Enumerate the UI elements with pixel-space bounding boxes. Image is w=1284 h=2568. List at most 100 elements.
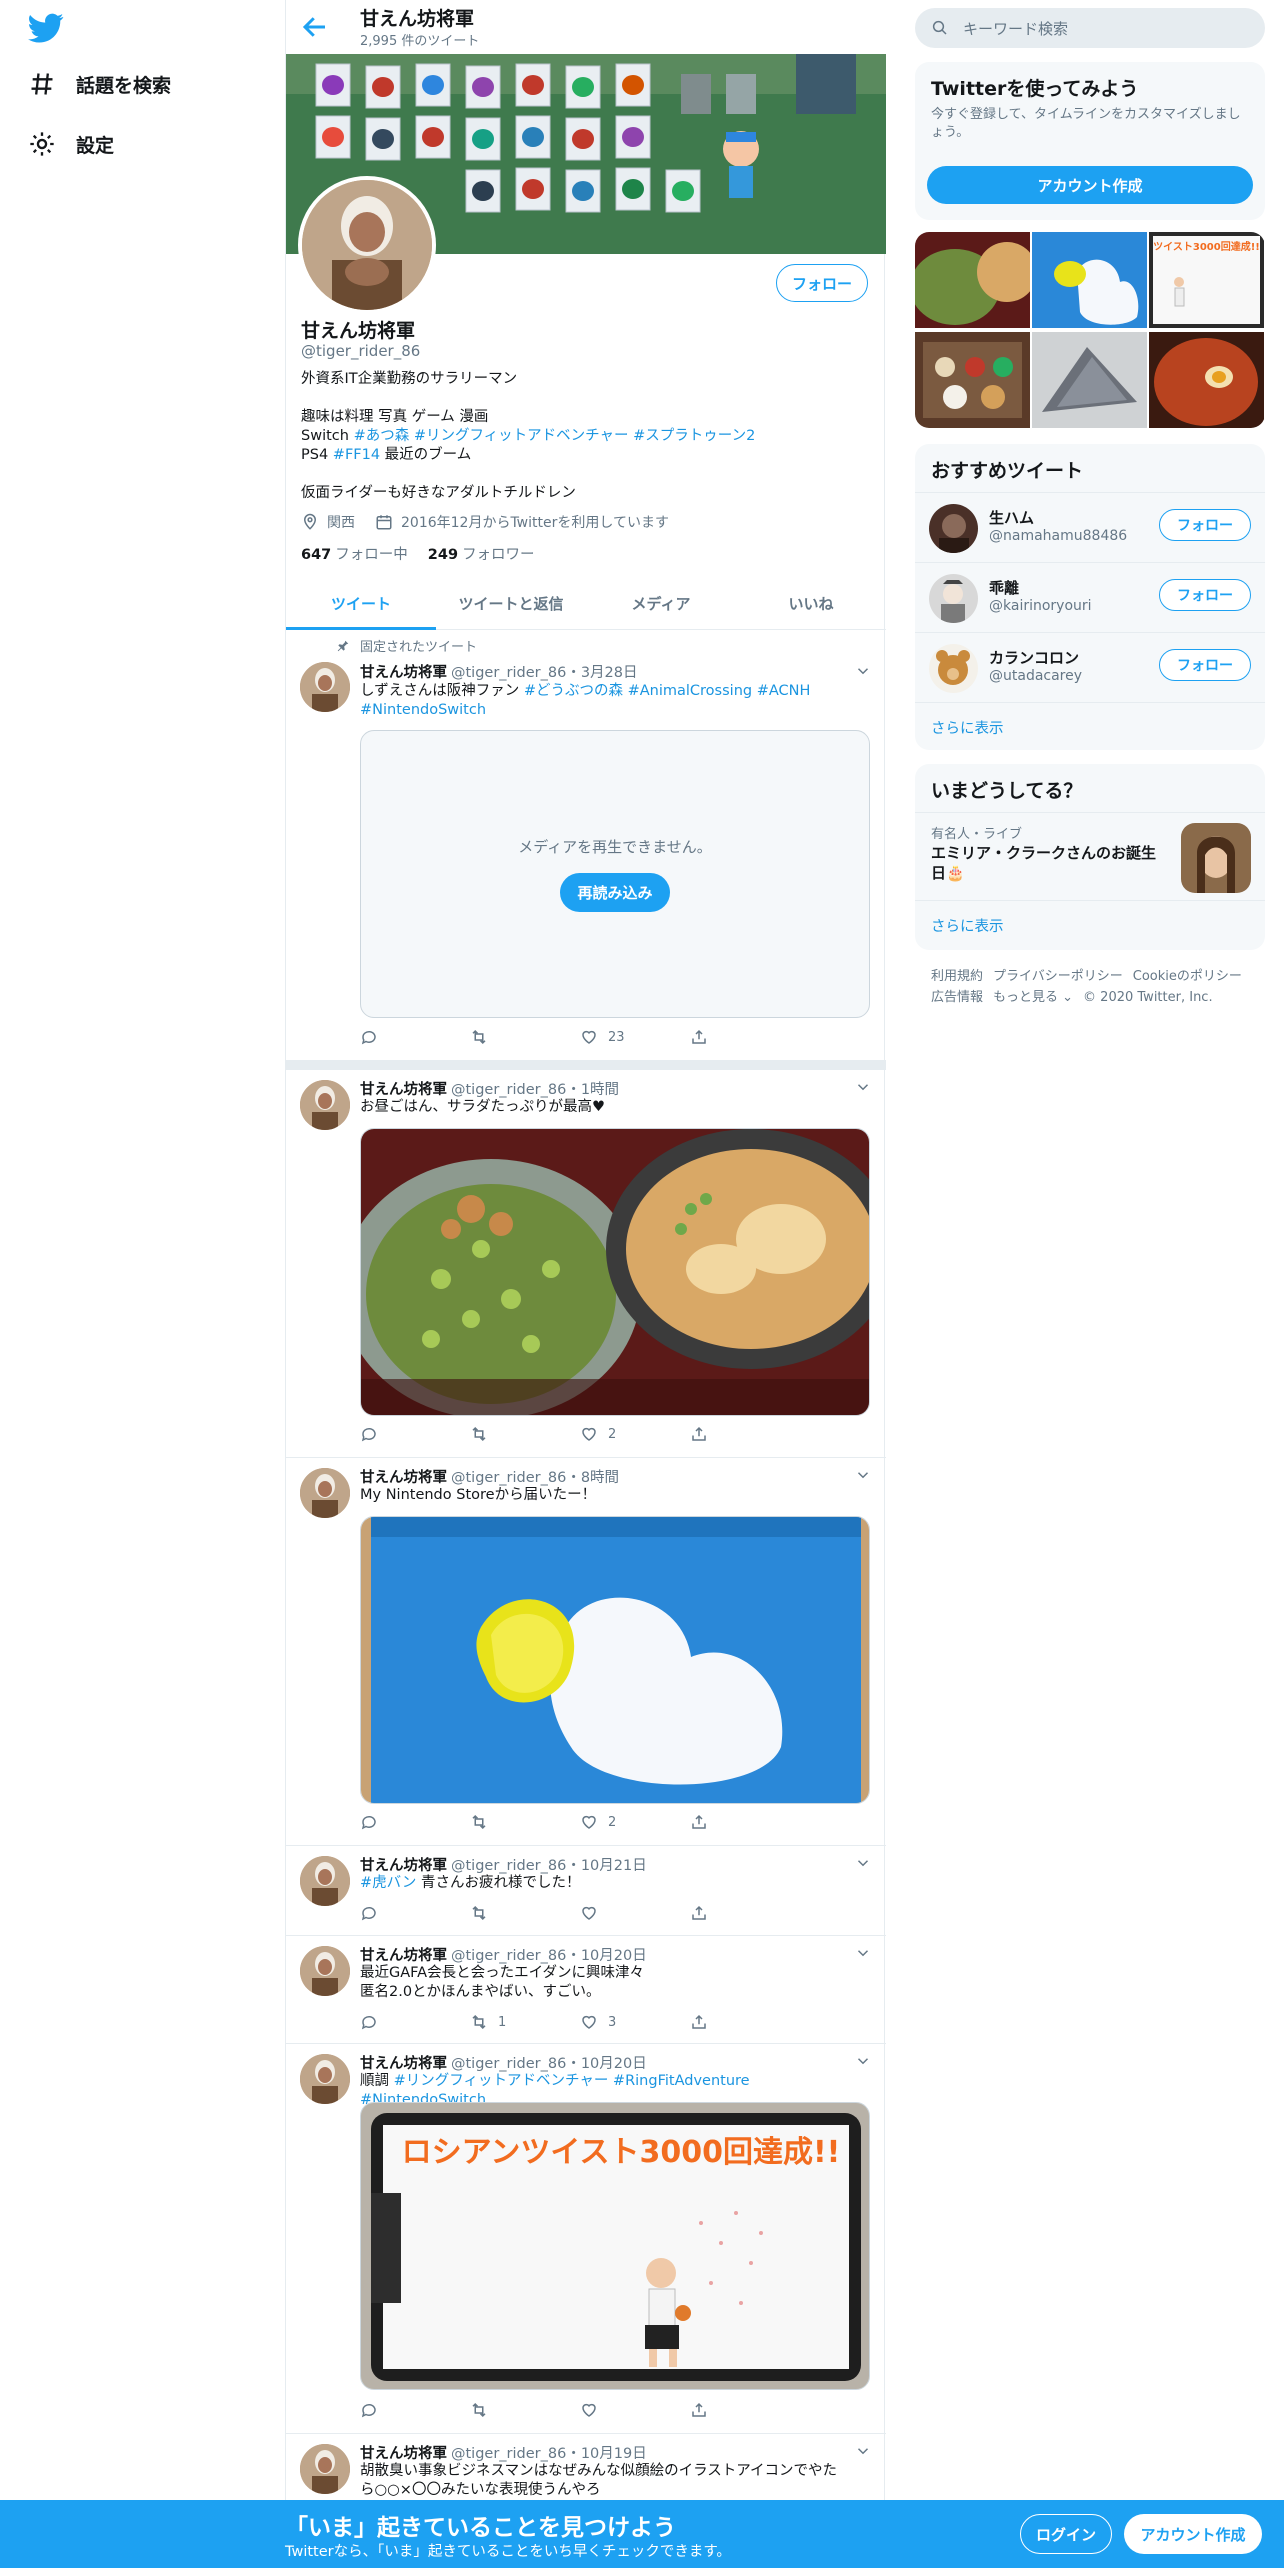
back-arrow-icon[interactable] xyxy=(300,12,330,42)
footer-link-terms[interactable]: 利用規約 xyxy=(931,969,983,984)
recommended-user-handle[interactable]: @namahamu88486 xyxy=(989,528,1127,544)
tweet-avatar[interactable] xyxy=(300,1468,350,1518)
recommended-user-handle[interactable]: @utadacarey xyxy=(989,668,1082,684)
trend-item[interactable]: 有名人・ライブ エミリア・クラークさんのお誕生日🎂 xyxy=(915,812,1265,900)
tweet-author-handle[interactable]: @tiger_rider_86 xyxy=(451,1948,566,1964)
retweet-action[interactable] xyxy=(470,1903,580,1923)
chevron-down-icon[interactable] xyxy=(854,2442,872,2460)
tweet-item[interactable]: 甘えん坊将軍 @tiger_rider_86・1時間 お昼ごはん、サラダたっぷりが… xyxy=(286,1070,886,1458)
share-action[interactable] xyxy=(690,2400,800,2420)
gallery-photo[interactable] xyxy=(915,332,1030,428)
recommended-user-avatar[interactable] xyxy=(929,504,978,553)
gallery-photo[interactable] xyxy=(915,232,1030,328)
recommended-more-row[interactable]: さらに表示 xyxy=(915,702,1265,750)
share-action[interactable] xyxy=(690,1027,800,1047)
gallery-photo[interactable] xyxy=(1149,332,1264,428)
tweet-author-name[interactable]: 甘えん坊将軍 xyxy=(360,2056,447,2072)
retweet-action[interactable] xyxy=(470,1027,580,1047)
tweet-avatar[interactable] xyxy=(300,662,350,712)
retweet-action[interactable] xyxy=(470,1424,580,1444)
chevron-down-icon[interactable] xyxy=(854,2052,872,2070)
recommended-user-name[interactable]: カランコロン xyxy=(989,647,1079,668)
recommended-user-name[interactable]: 乖離 xyxy=(989,577,1019,598)
like-action[interactable]: 23 xyxy=(580,1027,690,1047)
recommended-user-row[interactable]: カランコロン @utadacarey フォロー xyxy=(915,632,1265,702)
retweet-action[interactable] xyxy=(470,1812,580,1832)
tweet-photo-salad-udon[interactable] xyxy=(360,1128,870,1416)
recommended-user-name[interactable]: 生ハム xyxy=(989,507,1034,528)
tweet-avatar[interactable] xyxy=(300,1080,350,1130)
tweet-author-name[interactable]: 甘えん坊将軍 xyxy=(360,1858,447,1874)
nav-settings[interactable]: 設定 xyxy=(28,124,114,164)
twitter-logo-icon[interactable] xyxy=(28,10,64,46)
like-action[interactable] xyxy=(580,1903,690,1923)
recommended-user-avatar[interactable] xyxy=(929,574,978,623)
retweet-action[interactable]: 1 xyxy=(470,2012,580,2032)
tweet-time[interactable]: ・8時間 xyxy=(566,1470,619,1486)
tab-likes[interactable]: いいね xyxy=(736,578,886,629)
profile-avatar[interactable] xyxy=(298,176,436,314)
trend-thumbnail[interactable] xyxy=(1181,823,1251,893)
recommended-user-row[interactable]: 乖離 @kairinoryouri フォロー xyxy=(915,562,1265,632)
tweet-item[interactable]: 甘えん坊将軍 @tiger_rider_86・10月21日 #虎バン 青さんお疲れ… xyxy=(286,1846,886,1936)
login-button[interactable]: ログイン xyxy=(1020,2514,1112,2554)
tweet-author-handle[interactable]: @tiger_rider_86 xyxy=(451,1082,566,1098)
tweet-avatar[interactable] xyxy=(300,1856,350,1906)
like-action[interactable]: 2 xyxy=(580,1812,690,1832)
reply-action[interactable] xyxy=(360,2012,470,2032)
bio-hashtag-ff14[interactable]: #FF14 xyxy=(333,447,380,463)
tab-tweets[interactable]: ツイート xyxy=(286,578,436,630)
share-action[interactable] xyxy=(690,1424,800,1444)
tweet-author-handle[interactable]: @tiger_rider_86 xyxy=(451,2056,566,2072)
create-account-button[interactable]: アカウント作成 xyxy=(927,166,1253,204)
footer-link-cookies[interactable]: Cookieのポリシー xyxy=(1133,969,1242,984)
tweet-hashtags[interactable]: #どうぶつの森 #AnimalCrossing #ACNH xyxy=(524,683,811,699)
gallery-photo[interactable] xyxy=(1032,332,1147,428)
tweet-author-name[interactable]: 甘えん坊将軍 xyxy=(360,1948,447,1964)
tweet-time[interactable]: ・10月20日 xyxy=(566,1948,646,1964)
tweet-author-name[interactable]: 甘えん坊将軍 xyxy=(360,1082,447,1098)
chevron-down-icon[interactable] xyxy=(854,1466,872,1484)
trends-show-more-link[interactable]: さらに表示 xyxy=(931,915,1004,936)
tweet-time[interactable]: ・3月28日 xyxy=(566,665,637,681)
reply-action[interactable] xyxy=(360,2400,470,2420)
followers-stat[interactable]: 249 フォロワー xyxy=(428,543,535,564)
tweet-author-handle[interactable]: @tiger_rider_86 xyxy=(451,2446,566,2462)
tweet-avatar[interactable] xyxy=(300,2054,350,2104)
like-action[interactable]: 3 xyxy=(580,2012,690,2032)
gallery-photo[interactable]: ツイスト3000回達成!! xyxy=(1149,232,1264,328)
chevron-down-icon[interactable] xyxy=(854,1854,872,1872)
retweet-action[interactable] xyxy=(470,2400,580,2420)
tab-tweets-and-replies[interactable]: ツイートと返信 xyxy=(436,578,586,629)
footer-link-privacy[interactable]: プライバシーポリシー xyxy=(993,969,1123,984)
share-action[interactable] xyxy=(690,1903,800,1923)
footer-link-ads[interactable]: 広告情報 xyxy=(931,990,983,1005)
share-action[interactable] xyxy=(690,2012,800,2032)
chevron-down-icon[interactable] xyxy=(854,1944,872,1962)
reply-action[interactable] xyxy=(360,1812,470,1832)
tweet-author-handle[interactable]: @tiger_rider_86 xyxy=(451,1858,566,1874)
reply-action[interactable] xyxy=(360,1424,470,1444)
bottom-create-account-button[interactable]: アカウント作成 xyxy=(1124,2514,1262,2554)
trends-more-row[interactable]: さらに表示 xyxy=(915,900,1265,950)
gallery-photo[interactable] xyxy=(1032,232,1147,328)
like-action[interactable]: 2 xyxy=(580,1424,690,1444)
like-action[interactable] xyxy=(580,2400,690,2420)
tweet-item[interactable]: 甘えん坊将軍 @tiger_rider_86・8時間 My Nintendo St… xyxy=(286,1458,886,1846)
recommended-user-handle[interactable]: @kairinoryouri xyxy=(989,598,1092,614)
tweet-time[interactable]: ・10月19日 xyxy=(566,2446,646,2462)
profile-follow-button[interactable]: フォロー xyxy=(776,264,868,302)
tweet-photo-ringfit-screen[interactable]: ロシアンツイスト3000回達成!! xyxy=(360,2102,870,2390)
reply-action[interactable] xyxy=(360,1903,470,1923)
chevron-down-icon[interactable] xyxy=(854,662,872,680)
tweet-time[interactable]: ・1時間 xyxy=(566,1082,619,1098)
recommended-user-avatar[interactable] xyxy=(929,644,978,693)
recommended-user-row[interactable]: 生ハム @namahamu88486 フォロー xyxy=(915,492,1265,562)
recommended-show-more-link[interactable]: さらに表示 xyxy=(931,717,1004,738)
tweet-item[interactable]: 甘えん坊将軍 @tiger_rider_86・10月19日 胡散臭い事象ビジネスマ… xyxy=(286,2434,886,2500)
reload-button[interactable]: 再読み込み xyxy=(560,873,670,912)
share-action[interactable] xyxy=(690,1812,800,1832)
tweet-item[interactable]: 甘えん坊将軍 @tiger_rider_86・10月20日 順調 #リングフィット… xyxy=(286,2044,886,2434)
recommended-follow-button[interactable]: フォロー xyxy=(1159,579,1251,611)
tweet-pinned[interactable]: 固定されたツイート 甘えん坊将軍 @tiger_rider_86・3月28日 しず… xyxy=(286,630,886,1060)
